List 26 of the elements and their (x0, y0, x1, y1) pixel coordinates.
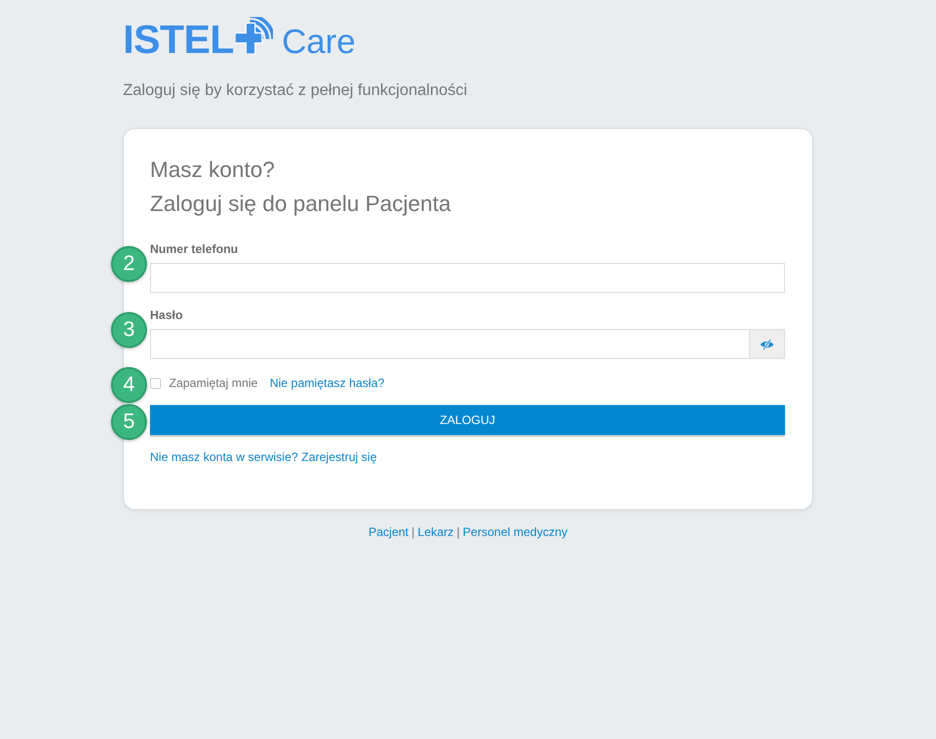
register-link[interactable]: Nie masz konta w serwisie? Zarejestruj się (150, 450, 377, 464)
footer-link[interactable]: Lekarz (418, 525, 454, 539)
number-badge: 3 (111, 312, 147, 348)
field-label: Hasło (150, 308, 184, 322)
link-separator: | (412, 525, 415, 539)
footer-link[interactable]: Personel medyczny (462, 525, 568, 539)
number-badge: 5 (111, 404, 147, 440)
logo-wordmark: ISTEL (123, 18, 234, 62)
show-password-button[interactable] (750, 329, 785, 359)
remember-checkbox[interactable] (150, 378, 161, 388)
cross-signal-icon (234, 17, 273, 54)
card-subheading: Zaloguj się do panelu Pacjenta (150, 190, 452, 218)
field-label: Numer telefonu (150, 242, 240, 256)
phone-number-field[interactable] (150, 263, 785, 293)
logo-product-name: Care (282, 23, 356, 61)
forgot-password-link[interactable]: Nie pamiętasz hasła? (270, 376, 384, 390)
link-separator: | (456, 525, 460, 539)
number-badge: 4 (111, 367, 147, 403)
card-heading: Masz konto? (150, 156, 276, 184)
eye-slash-icon (760, 338, 774, 350)
number-badge: 2 (111, 246, 147, 282)
password-field[interactable] (150, 329, 750, 359)
checkbox-label[interactable]: Zapamiętaj mnie (169, 376, 258, 390)
footer-link[interactable]: Pacjent (368, 525, 409, 539)
page-subtitle: Zaloguj się by korzystać z pełnej funkcjonalności (123, 81, 468, 101)
login-button[interactable]: ZALOGUJ (150, 405, 785, 435)
